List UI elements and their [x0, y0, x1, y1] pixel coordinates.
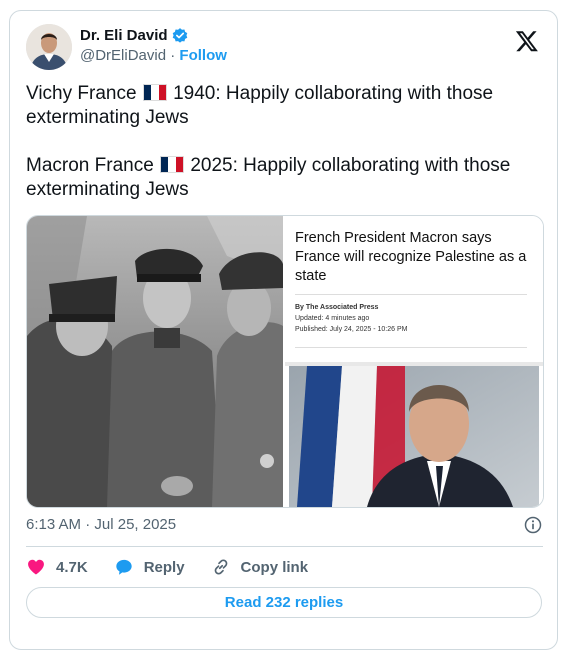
action-bar: 4.7K Reply Copy link [26, 554, 543, 580]
link-icon [214, 559, 227, 575]
heart-icon [28, 559, 44, 575]
flag-france-icon [160, 156, 185, 173]
reply-bubble-icon [116, 559, 132, 575]
handle[interactable]: @DrEliDavid [80, 47, 166, 64]
author-names: Dr. Eli David @DrEliDavid · Follow [80, 26, 227, 66]
like-button[interactable]: 4.7K [26, 557, 88, 577]
reply-label: Reply [143, 558, 185, 576]
right-photo [289, 366, 539, 507]
timestamp-row: 6:13 AM · Jul 25, 2025 [26, 514, 543, 536]
reply-button[interactable]: Reply [114, 557, 185, 577]
left-photo [27, 216, 283, 507]
copy-link-label: Copy link [240, 558, 309, 576]
tweet-line2-prefix: Macron France [26, 155, 154, 176]
handle-separator: · [170, 47, 176, 64]
x-logo-icon[interactable] [515, 29, 539, 53]
article-byline: By The Associated Press [295, 304, 379, 311]
tweet-date[interactable]: Jul 25, 2025 [94, 516, 176, 533]
timestamp-separator: · [85, 516, 91, 533]
divider [26, 546, 543, 547]
article-divider-bottom [295, 347, 527, 348]
info-icon[interactable] [523, 515, 543, 535]
tweet-header: Dr. Eli David @DrEliDavid · Follow [26, 23, 543, 71]
article-updated: Updated: 4 minutes ago [295, 315, 370, 322]
tweet-text: Vichy France 1940: Happily collaborating… [26, 82, 526, 202]
read-replies-button[interactable]: Read 232 replies [26, 587, 542, 618]
like-count: 4.7K [56, 558, 88, 576]
tweet-card: Dr. Eli David @DrEliDavid · Follow Vichy… [9, 10, 558, 650]
avatar-image [26, 24, 72, 70]
tweet-line1-prefix: Vichy France [26, 83, 137, 104]
article-headline: French President Macron says France will… [295, 230, 527, 284]
avatar[interactable] [26, 24, 72, 70]
follow-button[interactable]: Follow [179, 47, 227, 64]
verified-badge-icon [172, 28, 187, 43]
tweet-media[interactable]: French President Macron says France will… [26, 215, 544, 508]
flag-france-icon [142, 84, 167, 101]
article-divider [295, 294, 527, 295]
copy-link-button[interactable]: Copy link [211, 557, 309, 577]
article-published: Published: July 24, 2025 - 10:26 PM [295, 326, 408, 333]
display-name[interactable]: Dr. Eli David [80, 26, 168, 46]
tweet-time[interactable]: 6:13 AM [26, 516, 81, 533]
